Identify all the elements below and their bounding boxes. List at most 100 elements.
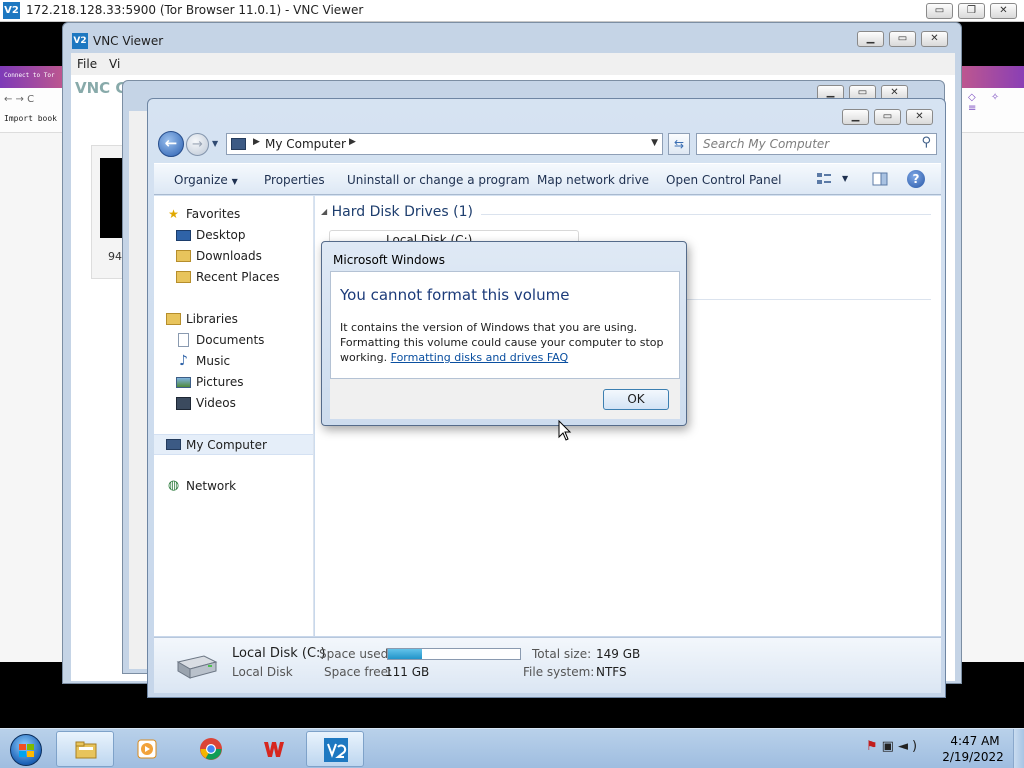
nav-documents-label: Documents bbox=[196, 333, 265, 347]
volume-icon[interactable]: ◄) bbox=[898, 739, 921, 754]
taskbar-explorer-button[interactable] bbox=[56, 731, 114, 767]
nav-pictures[interactable]: Pictures bbox=[154, 372, 313, 393]
hard-disk-group-header[interactable]: ◢ Hard Disk Drives (1) bbox=[321, 204, 473, 220]
address-dropdown-icon[interactable]: ▼ bbox=[651, 138, 658, 148]
taskbar-media-player-button[interactable] bbox=[118, 731, 176, 767]
command-bar: Organize ▼ Properties Uninstall or chang… bbox=[154, 163, 941, 195]
dialog-message: It contains the version of Windows that … bbox=[340, 320, 672, 365]
nav-favorites-label: Favorites bbox=[186, 207, 241, 221]
help-icon[interactable]: ? bbox=[907, 170, 925, 188]
map-network-drive-button[interactable]: Map network drive bbox=[537, 173, 649, 187]
nav-my-computer-label: My Computer bbox=[186, 438, 267, 452]
address-row: ← → ▼ ▶ My Computer ▶ ▼ ⇆ ⚲ bbox=[154, 131, 941, 159]
nav-libraries-label: Libraries bbox=[186, 312, 238, 326]
film-strip-icon bbox=[176, 397, 191, 410]
chevron-down-icon: ▼ bbox=[231, 177, 238, 186]
network-globe-icon: ◍ bbox=[167, 478, 180, 493]
outer-window-title: 172.218.128.33:5900 (Tor Browser 11.0.1)… bbox=[26, 3, 364, 17]
nav-favorites[interactable]: ★ Favorites bbox=[154, 204, 313, 225]
nav-recent-places[interactable]: Recent Places bbox=[154, 267, 313, 288]
preview-pane-icon[interactable] bbox=[872, 171, 888, 187]
action-center-flag-icon[interactable]: ⚑ bbox=[866, 739, 882, 754]
background-browser-left: Connect to Tor ← → C Import book bbox=[0, 66, 66, 662]
vnc-viewer-icon bbox=[324, 738, 348, 762]
nav-desktop[interactable]: Desktop bbox=[154, 225, 313, 246]
vnc-viewer-titlebar[interactable]: V2 VNC Viewer ▁ ▭ ✕ bbox=[63, 23, 961, 53]
menu-file[interactable]: File bbox=[77, 57, 97, 71]
history-dropdown-icon[interactable]: ▼ bbox=[212, 139, 218, 148]
explorer-close-button[interactable]: ✕ bbox=[906, 109, 933, 125]
space-free-value: 111 GB bbox=[385, 665, 430, 679]
browser-tab-bar-right bbox=[958, 66, 1024, 88]
search-box[interactable]: ⚲ bbox=[696, 133, 937, 155]
vnc-minimize-button[interactable]: ▁ bbox=[857, 31, 884, 47]
outer-restore-button[interactable]: ❐ bbox=[958, 3, 985, 19]
search-icon[interactable]: ⚲ bbox=[921, 135, 931, 150]
vnc-maximize-button[interactable]: ▭ bbox=[889, 31, 916, 47]
nav-music[interactable]: ♪ Music bbox=[154, 351, 313, 372]
explorer-maximize-button[interactable]: ▭ bbox=[874, 109, 901, 125]
browser-tab-text: Connect to Tor bbox=[4, 72, 55, 79]
formatting-faq-link[interactable]: Formatting disks and drives FAQ bbox=[391, 351, 569, 364]
breadcrumb-my-computer[interactable]: My Computer bbox=[265, 137, 346, 151]
total-size-value: 149 GB bbox=[596, 647, 641, 661]
music-note-icon: ♪ bbox=[179, 353, 188, 369]
nav-music-label: Music bbox=[196, 354, 231, 368]
outer-vnc-titlebar[interactable]: V2 172.218.128.33:5900 (Tor Browser 11.0… bbox=[0, 0, 1024, 22]
folder-icon bbox=[75, 741, 97, 759]
outer-minimize-button[interactable]: ▭ bbox=[926, 3, 953, 19]
browser-tab-bar: Connect to Tor bbox=[0, 66, 66, 88]
organize-button[interactable]: Organize ▼ bbox=[174, 173, 238, 187]
navigation-pane: ★ Favorites Desktop Downloads Recent Pla… bbox=[154, 196, 314, 636]
nav-downloads-label: Downloads bbox=[196, 249, 262, 263]
show-desktop-button[interactable] bbox=[1013, 729, 1024, 768]
import-bookmarks-link[interactable]: Import book bbox=[4, 114, 57, 123]
taskbar-wps-button[interactable] bbox=[245, 731, 303, 767]
network-icon[interactable]: ▣ bbox=[882, 739, 898, 754]
clock-time[interactable]: 4:47 AM bbox=[947, 734, 1003, 748]
clock-date[interactable]: 2/19/2022 bbox=[941, 750, 1005, 764]
forward-arrow-icon[interactable]: → bbox=[186, 133, 209, 156]
address-bar[interactable]: ▶ My Computer ▶ ▼ bbox=[226, 133, 663, 155]
dialog-footer: OK bbox=[330, 379, 680, 419]
nav-libraries[interactable]: Libraries bbox=[154, 309, 313, 330]
pictures-icon bbox=[176, 377, 191, 388]
nav-my-computer[interactable]: My Computer bbox=[154, 434, 313, 455]
uninstall-program-button[interactable]: Uninstall or change a program bbox=[347, 173, 530, 187]
explorer-minimize-button[interactable]: ▁ bbox=[842, 109, 869, 125]
nav-documents[interactable]: Documents bbox=[154, 330, 313, 351]
ok-button[interactable]: OK bbox=[603, 389, 669, 410]
downloads-folder-icon bbox=[176, 250, 191, 262]
taskbar-vnc-viewer-button[interactable] bbox=[306, 731, 364, 767]
nav-downloads[interactable]: Downloads bbox=[154, 246, 313, 267]
breadcrumb-expand-icon[interactable]: ▶ bbox=[349, 137, 356, 147]
start-button[interactable] bbox=[4, 730, 48, 768]
details-pane: Local Disk (C:) Local Disk Space used: S… bbox=[154, 637, 941, 693]
mouse-cursor-icon bbox=[558, 420, 572, 441]
browser-nav-icons: ← → C bbox=[4, 94, 35, 105]
vnc-close-button[interactable]: ✕ bbox=[921, 31, 948, 47]
nav-videos[interactable]: Videos bbox=[154, 393, 313, 414]
back-arrow-icon[interactable]: ← bbox=[158, 131, 184, 157]
nav-network[interactable]: ◍ Network bbox=[154, 476, 313, 497]
collapse-triangle-icon: ◢ bbox=[321, 207, 328, 216]
file-system-value: NTFS bbox=[596, 665, 627, 679]
refresh-icon[interactable]: ⇆ bbox=[668, 133, 690, 155]
group-divider bbox=[481, 214, 931, 215]
open-control-panel-button[interactable]: Open Control Panel bbox=[666, 173, 781, 187]
view-dropdown-icon[interactable]: ▼ bbox=[842, 174, 848, 183]
computer-icon bbox=[231, 138, 246, 150]
vnc-logo-icon: V2 bbox=[3, 2, 20, 19]
search-input[interactable] bbox=[703, 137, 908, 151]
nav-network-label: Network bbox=[186, 479, 237, 493]
outer-close-button[interactable]: ✕ bbox=[990, 3, 1017, 19]
breadcrumb-separator-icon[interactable]: ▶ bbox=[253, 137, 260, 147]
group-header-label: Hard Disk Drives (1) bbox=[331, 204, 473, 220]
menu-view[interactable]: Vi bbox=[109, 57, 120, 71]
browser-page-right bbox=[958, 132, 1024, 662]
change-view-icon[interactable] bbox=[816, 171, 832, 187]
taskbar-chrome-button[interactable] bbox=[182, 731, 240, 767]
total-size-label: Total size: bbox=[532, 647, 592, 661]
properties-button[interactable]: Properties bbox=[264, 173, 325, 187]
libraries-icon bbox=[166, 313, 181, 325]
